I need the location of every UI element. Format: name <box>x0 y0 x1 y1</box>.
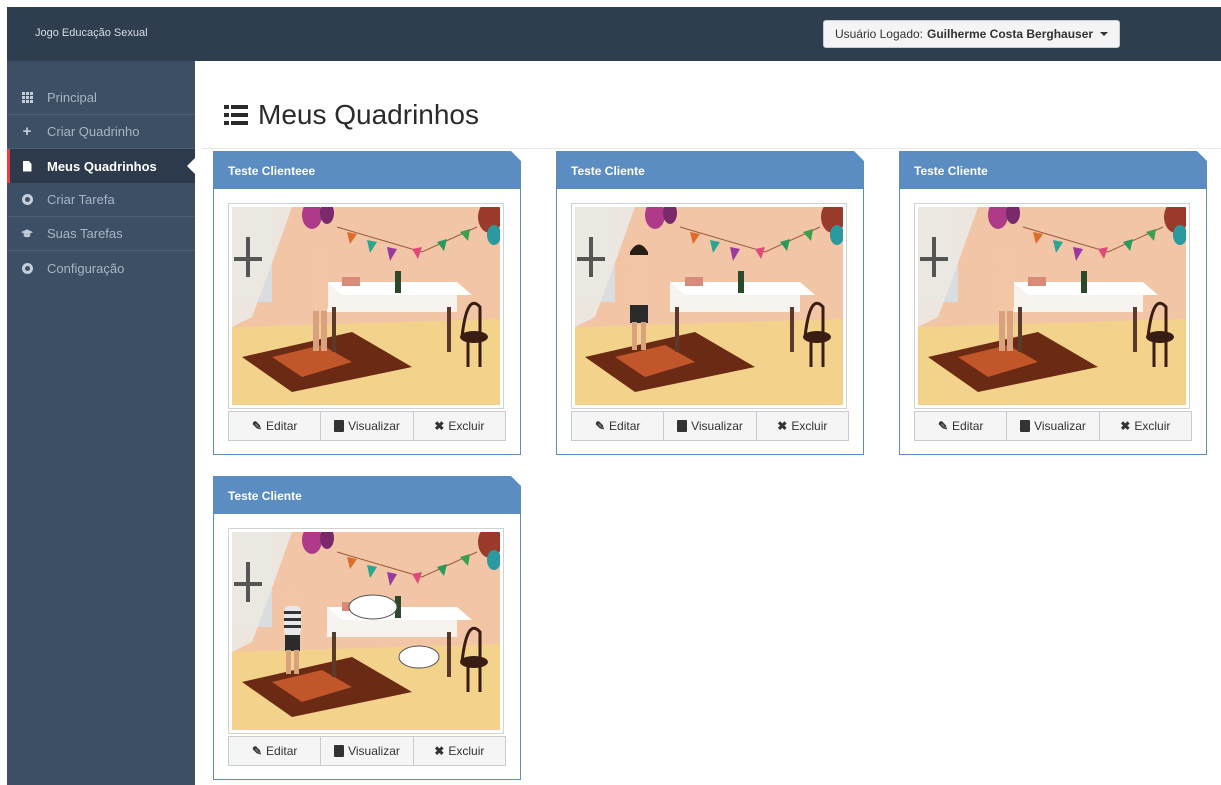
edit-button[interactable]: ✎ Editar <box>914 411 1008 441</box>
comic-scene-image <box>918 207 1186 405</box>
view-button[interactable]: Visualizar <box>320 736 414 766</box>
chevron-down-icon <box>1100 32 1109 36</box>
comic-thumbnail[interactable] <box>571 203 847 409</box>
delete-button[interactable]: ✖ Excluir <box>412 736 506 766</box>
divider <box>202 148 1221 149</box>
view-button[interactable]: Visualizar <box>1006 411 1100 441</box>
edit-label: Editar <box>266 419 298 433</box>
delete-label: Excluir <box>448 744 485 758</box>
graduation-cap-icon <box>21 228 33 240</box>
sidebar-item-label: Suas Tarefas <box>47 226 123 241</box>
edit-button[interactable]: ✎ Editar <box>228 736 322 766</box>
sidebar-item-meus-quadrinhos[interactable]: Meus Quadrinhos <box>7 149 195 183</box>
file-icon <box>21 160 33 172</box>
list-icon <box>224 105 248 125</box>
sidebar-item-criar-tarefa[interactable]: Criar Tarefa <box>7 183 195 217</box>
close-icon: ✖ <box>434 744 445 758</box>
user-label: Usuário Logado: <box>834 27 923 41</box>
view-button[interactable]: Visualizar <box>663 411 757 441</box>
circle-plus-icon <box>21 194 33 206</box>
sidebar-item-label: Meus Quadrinhos <box>47 158 157 174</box>
card-title: Teste Cliente <box>214 476 521 514</box>
comic-scene-image <box>232 532 500 730</box>
edit-button[interactable]: ✎ Editar <box>228 411 322 441</box>
view-button[interactable]: Visualizar <box>320 411 414 441</box>
edit-icon: ✎ <box>251 419 263 433</box>
delete-button[interactable]: ✖ Excluir <box>1098 411 1192 441</box>
card-title: Teste Cliente <box>900 151 1207 189</box>
sidebar-item-configuracao[interactable]: Configuração <box>7 251 195 285</box>
circle-plus-icon <box>21 262 33 274</box>
plus-icon: + <box>22 123 32 140</box>
comic-scene-image <box>575 207 843 405</box>
comic-thumbnail[interactable] <box>228 528 504 734</box>
grid-icon <box>21 92 33 104</box>
sidebar-item-label: Principal <box>47 90 97 105</box>
sidebar-item-label: Configuração <box>47 260 125 276</box>
card-title-text: Teste Clienteee <box>228 163 316 178</box>
top-navbar: Jogo Educação Sexual Usuário Logado: Gui… <box>7 7 1221 61</box>
comic-card: Teste Cliente ✎ Editar Visualizar ✖ Excl… <box>899 151 1207 455</box>
sidebar-item-label: Criar Tarefa <box>47 192 115 207</box>
comic-card: Teste Clienteee ✎ Editar Visualizar ✖ Ex… <box>213 151 521 455</box>
comic-scene-image <box>232 207 500 405</box>
book-icon <box>1020 420 1031 432</box>
comic-thumbnail[interactable] <box>228 203 504 409</box>
comic-thumbnail[interactable] <box>914 203 1190 409</box>
delete-label: Excluir <box>448 419 485 433</box>
brand-title[interactable]: Jogo Educação Sexual <box>35 27 148 39</box>
page-title-text: Meus Quadrinhos <box>258 99 480 130</box>
app-frame: Jogo Educação Sexual Usuário Logado: Gui… <box>7 7 1221 785</box>
edit-icon: ✎ <box>251 744 263 758</box>
view-label: Visualizar <box>348 419 400 433</box>
edit-label: Editar <box>266 744 298 758</box>
delete-button[interactable]: ✖ Excluir <box>412 411 506 441</box>
edit-label: Editar <box>609 419 641 433</box>
sidebar: Principal + Criar Quadrinho Meus Quadrin… <box>7 61 195 785</box>
sidebar-item-principal[interactable]: Principal <box>7 81 195 115</box>
book-icon <box>334 745 345 757</box>
view-label: Visualizar <box>348 744 400 758</box>
close-icon: ✖ <box>1120 419 1131 433</box>
edit-label: Editar <box>952 419 984 433</box>
card-title-text: Teste Cliente <box>571 163 645 178</box>
view-label: Visualizar <box>691 419 743 433</box>
card-title-text: Teste Cliente <box>228 488 302 503</box>
comic-card: Teste Cliente ✎ Editar Visualizar ✖ Excl… <box>556 151 864 455</box>
delete-button[interactable]: ✖ Excluir <box>755 411 849 441</box>
book-icon <box>677 420 688 432</box>
sidebar-item-label: Criar Quadrinho <box>47 124 140 139</box>
delete-label: Excluir <box>791 419 828 433</box>
close-icon: ✖ <box>434 419 445 433</box>
page-title: Meus Quadrinhos <box>224 99 479 131</box>
edit-icon: ✎ <box>937 419 949 433</box>
user-name: Guilherme Costa Berghauser <box>927 27 1094 41</box>
user-menu-button[interactable]: Usuário Logado: Guilherme Costa Berghaus… <box>823 20 1120 48</box>
sidebar-item-suas-tarefas[interactable]: Suas Tarefas <box>7 217 195 251</box>
card-title: Teste Clienteee <box>214 151 521 189</box>
view-label: Visualizar <box>1034 419 1086 433</box>
edit-button[interactable]: ✎ Editar <box>571 411 665 441</box>
sidebar-item-criar-quadrinho[interactable]: + Criar Quadrinho <box>7 115 195 149</box>
card-title-text: Teste Cliente <box>914 163 988 178</box>
close-icon: ✖ <box>777 419 788 433</box>
edit-icon: ✎ <box>594 419 606 433</box>
delete-label: Excluir <box>1134 419 1171 433</box>
book-icon <box>334 420 345 432</box>
comic-card: Teste Cliente ✎ Editar Visualizar ✖ Excl… <box>213 476 521 780</box>
card-title: Teste Cliente <box>557 151 864 189</box>
